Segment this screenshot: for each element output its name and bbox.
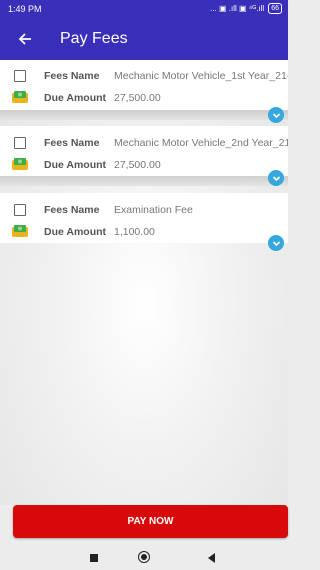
expand-button[interactable] [268,170,284,186]
home-icon[interactable] [138,551,150,563]
back-button[interactable] [12,26,38,52]
signal-icons: ... ▣ .ıll ▣ ⁴ᴳ.ıll [210,4,265,13]
fee-name-value: Mechanic Motor Vehicle_1st Year_21- [114,70,288,82]
expand-button[interactable] [268,235,284,251]
fee-name-value: Mechanic Motor Vehicle_2nd Year_21 [114,137,288,149]
fee-card: Fees Name Examination Fee Due Amount 1,1… [0,193,288,243]
money-icon [12,91,28,103]
fee-checkbox[interactable] [14,137,26,149]
due-amount-label: Due Amount [44,226,107,238]
status-time: 1:49 PM [8,4,42,14]
chevron-down-icon [272,112,280,118]
fee-name-value: Examination Fee [114,204,193,216]
pay-now-button[interactable]: PAY NOW [13,505,288,538]
arrow-left-icon [18,33,31,45]
expand-button[interactable] [268,107,284,123]
due-amount-label: Due Amount [44,159,107,171]
status-bar: 1:49 PM ... ▣ .ıll ▣ ⁴ᴳ.ıll 66 [0,0,288,18]
battery-icon: 66 [268,3,282,14]
fee-checkbox[interactable] [14,204,26,216]
back-triangle-icon[interactable] [208,553,215,563]
recent-apps-icon[interactable] [90,554,98,562]
fee-checkbox[interactable] [14,70,26,82]
money-icon [12,225,28,237]
due-amount-value: 1,100.00 [114,226,155,238]
card-divider [0,110,288,120]
money-icon [12,158,28,170]
fee-name-label: Fees Name [44,137,100,149]
status-icons: ... ▣ .ıll ▣ ⁴ᴳ.ıll 66 [210,3,282,14]
card-divider [0,176,288,186]
page-title: Pay Fees [60,30,128,47]
fee-card: Fees Name Mechanic Motor Vehicle_2nd Yea… [0,126,288,176]
due-amount-value: 27,500.00 [114,159,161,171]
fee-card: Fees Name Mechanic Motor Vehicle_1st Yea… [0,60,288,110]
fees-list-area: Fees Name Mechanic Motor Vehicle_1st Yea… [0,60,288,505]
due-amount-label: Due Amount [44,92,107,104]
system-nav-bar [0,547,288,570]
chevron-down-icon [272,175,280,181]
app-bar: Pay Fees [0,18,288,60]
chevron-down-icon [272,240,280,246]
fee-name-label: Fees Name [44,204,100,216]
fee-name-label: Fees Name [44,70,100,82]
due-amount-value: 27,500.00 [114,92,161,104]
